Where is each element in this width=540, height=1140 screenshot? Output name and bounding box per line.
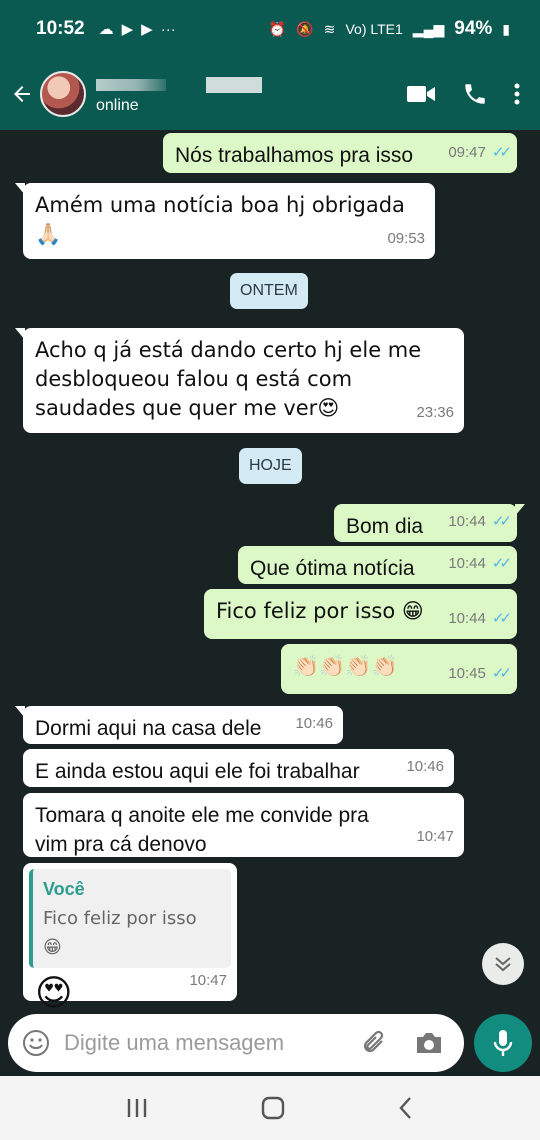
message-text: Nós trabalhamos pra isso (175, 144, 414, 167)
message-outgoing[interactable]: Bom dia 10:44 ✓✓ (334, 504, 525, 542)
message-time: 10:46 (406, 758, 444, 775)
message-input-box[interactable]: Digite uma mensagem (8, 1014, 464, 1072)
message-text: Fico feliz por isso 😁 (216, 599, 424, 623)
video-call-icon[interactable] (406, 83, 436, 105)
camera-icon[interactable] (414, 1030, 444, 1056)
avatar[interactable] (40, 71, 86, 117)
recent-apps-icon[interactable] (126, 1098, 148, 1118)
message-time: 23:36 (416, 404, 454, 421)
contact-info[interactable]: online (96, 73, 266, 115)
scroll-down-button[interactable] (482, 943, 524, 985)
mute-icon: 🔕 (296, 20, 314, 37)
status-left-icons: ☁ ▶ ▶ ··· (98, 20, 176, 39)
phone-icon[interactable] (462, 81, 488, 107)
youtube-icon: ▶ (121, 21, 134, 38)
message-time: 10:47 (189, 972, 227, 989)
message-text: E ainda estou aqui ele foi trabalhar (35, 760, 360, 783)
message-time: 09:53 (387, 230, 425, 247)
message-time: 10:45 (448, 665, 486, 682)
read-ticks-icon: ✓✓ (491, 144, 512, 161)
signal-icon: ▂▄▆ (412, 20, 445, 37)
mic-button[interactable] (474, 1014, 532, 1072)
more-vert-icon[interactable] (514, 82, 520, 106)
status-bar: 10:52 ☁ ▶ ▶ ··· ⏰ 🔕 ≋ Vo) LTE1 ▂▄▆ 94% ▮ (0, 0, 540, 58)
message-text: Bom dia (346, 515, 424, 538)
composer: Digite uma mensagem (0, 1010, 540, 1076)
attach-icon[interactable] (362, 1029, 388, 1057)
read-ticks-icon: ✓✓ (491, 610, 512, 627)
network-label: Vo) LTE1 (345, 21, 403, 37)
status-time: 10:52 (36, 18, 85, 39)
message-incoming[interactable]: Tomara q anoite ele me convide pra vim p… (23, 793, 464, 857)
system-nav-bar (0, 1076, 540, 1140)
wifi-icon: ≋ (323, 20, 336, 37)
message-incoming[interactable]: Amém uma notícia boa hj obrigada 🙏🏻 09:5… (15, 183, 435, 259)
quote-text: Fico feliz por isso 😁 (43, 908, 197, 958)
message-outgoing[interactable]: 👏🏻👏🏻👏🏻👏🏻 10:45 ✓✓ (281, 644, 517, 694)
read-ticks-icon: ✓✓ (491, 665, 512, 682)
message-incoming[interactable]: Acho q já está dando certo hj ele me des… (15, 328, 464, 433)
mic-icon (493, 1030, 513, 1056)
alarm-icon: ⏰ (268, 20, 287, 37)
message-text: Amém uma notícia boa hj obrigada 🙏🏻 (35, 193, 405, 246)
message-time: 10:44 (448, 610, 486, 627)
more-dots-icon: ··· (160, 20, 176, 38)
quoted-message[interactable]: Você Fico feliz por isso 😁 (29, 869, 231, 968)
contact-status: online (96, 97, 139, 114)
message-incoming[interactable]: E ainda estou aqui ele foi trabalhar 10:… (23, 749, 454, 787)
message-incoming[interactable]: Dormi aqui na casa dele 10:46 (15, 706, 343, 744)
quote-author: Você (43, 879, 85, 899)
double-chevron-down-icon (495, 957, 511, 972)
youtube-icon: ▶ (141, 21, 153, 38)
message-text: Dormi aqui na casa dele (35, 717, 262, 740)
chat-header: online (0, 58, 540, 130)
back-button[interactable] (4, 58, 40, 130)
date-separator: ONTEM (230, 273, 308, 309)
message-outgoing[interactable]: Fico feliz por isso 😁 10:44 ✓✓ (204, 589, 517, 639)
message-text: Que ótima notícia (250, 557, 415, 580)
header-actions (406, 81, 540, 107)
message-time: 10:46 (295, 715, 333, 732)
message-input[interactable]: Digite uma mensagem (64, 1030, 362, 1056)
read-ticks-icon: ✓✓ (491, 555, 512, 572)
weather-icon: ☁ (98, 21, 114, 38)
message-incoming-reply[interactable]: Você Fico feliz por isso 😁 😍 10:47 (23, 863, 237, 1014)
status-right: ⏰ 🔕 ≋ Vo) LTE1 ▂▄▆ 94% ▮ (269, 18, 510, 40)
home-icon[interactable] (261, 1096, 285, 1120)
battery-icon: ▮ (502, 20, 510, 37)
message-time: 10:44 (448, 513, 486, 530)
contact-name-redacted (96, 73, 266, 95)
emoji-icon[interactable] (22, 1029, 50, 1057)
battery-level: 94% (454, 18, 493, 39)
message-outgoing[interactable]: Que ótima notícia 10:44 ✓✓ (238, 546, 517, 584)
arrow-left-icon (14, 86, 30, 102)
message-time: 10:47 (416, 828, 454, 845)
read-ticks-icon: ✓✓ (491, 513, 512, 530)
chat-messages[interactable]: Nós trabalhamos pra isso 09:47 ✓✓ Amém um… (0, 130, 540, 1014)
date-separator: HOJE (239, 448, 302, 484)
message-text: 👏🏻👏🏻👏🏻👏🏻 (293, 654, 398, 678)
message-outgoing[interactable]: Nós trabalhamos pra isso 09:47 ✓✓ (163, 133, 517, 173)
message-time: 10:44 (448, 555, 486, 572)
message-time: 09:47 (448, 144, 486, 161)
message-text: Acho q já está dando certo hj ele me des… (35, 338, 422, 420)
message-text: Tomara q anoite ele me convide pra vim p… (35, 804, 369, 856)
back-nav-icon[interactable] (398, 1096, 414, 1120)
